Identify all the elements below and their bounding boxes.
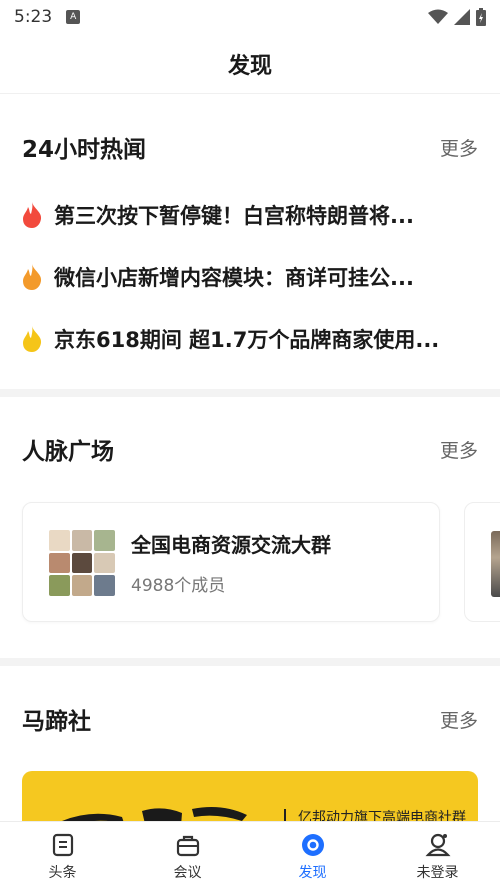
news-icon (52, 833, 73, 857)
tab-label: 发现 (298, 865, 327, 881)
briefcase-icon (176, 835, 199, 857)
mati-header: 马蹄社 更多 (22, 704, 478, 735)
app-notification-icon: A (66, 10, 81, 24)
bottom-tab-bar: 头条 会议 发现 未登录 (0, 821, 500, 888)
group-avatar (491, 531, 500, 597)
tab-profile[interactable]: 未登录 (375, 822, 500, 888)
hot-news-more-link[interactable]: 更多 (440, 134, 478, 161)
news-title: 京东618期间 超1.7万个品牌商家使用... (54, 328, 440, 352)
news-item[interactable]: 微信小店新增内容模块：商详可挂公... (22, 260, 460, 294)
signal-icon (454, 9, 470, 25)
section-divider (0, 389, 500, 397)
battery-icon (476, 8, 486, 26)
tab-label: 会议 (173, 865, 202, 881)
network-header: 人脉广场 更多 (22, 434, 478, 465)
group-card[interactable]: 全国电商资源交流大群 4988个成员 (22, 502, 440, 622)
user-icon (425, 833, 450, 857)
flame-icon (23, 264, 42, 290)
network-more-link[interactable]: 更多 (440, 436, 478, 463)
tab-news[interactable]: 头条 (0, 822, 125, 888)
mati-more-link[interactable]: 更多 (440, 706, 478, 733)
news-title: 第三次按下暂停键！白宫称特朗普将... (54, 204, 414, 228)
news-item[interactable]: 京东618期间 超1.7万个品牌商家使用... (22, 322, 460, 356)
tab-label: 未登录 (416, 865, 459, 881)
group-member-count: 4988个成员 (131, 576, 226, 596)
mati-title: 马蹄社 (22, 709, 91, 735)
status-time: 5:23 (14, 7, 53, 27)
status-indicators (428, 8, 486, 26)
tab-meetings[interactable]: 会议 (125, 822, 250, 888)
hot-news-title: 24小时热闻 (22, 137, 147, 163)
tab-label: 头条 (48, 865, 77, 881)
group-card-next[interactable] (464, 502, 500, 622)
tab-discover[interactable]: 发现 (250, 822, 375, 888)
network-title: 人脉广场 (22, 439, 114, 465)
title-bar: 发现 (0, 34, 500, 94)
group-name: 全国电商资源交流大群 (131, 533, 331, 557)
status-bar: 5:23 A (0, 0, 500, 34)
news-item[interactable]: 第三次按下暂停键！白宫称特朗普将... (22, 198, 460, 232)
flame-icon (23, 202, 42, 228)
news-title: 微信小店新增内容模块：商详可挂公... (54, 266, 414, 290)
hot-news-header: 24小时热闻 更多 (22, 132, 478, 163)
section-divider (0, 658, 500, 666)
flame-icon (23, 326, 42, 352)
page-title: 发现 (227, 53, 272, 79)
group-avatar (49, 530, 115, 596)
wifi-icon (428, 9, 448, 24)
discover-icon (301, 834, 324, 856)
